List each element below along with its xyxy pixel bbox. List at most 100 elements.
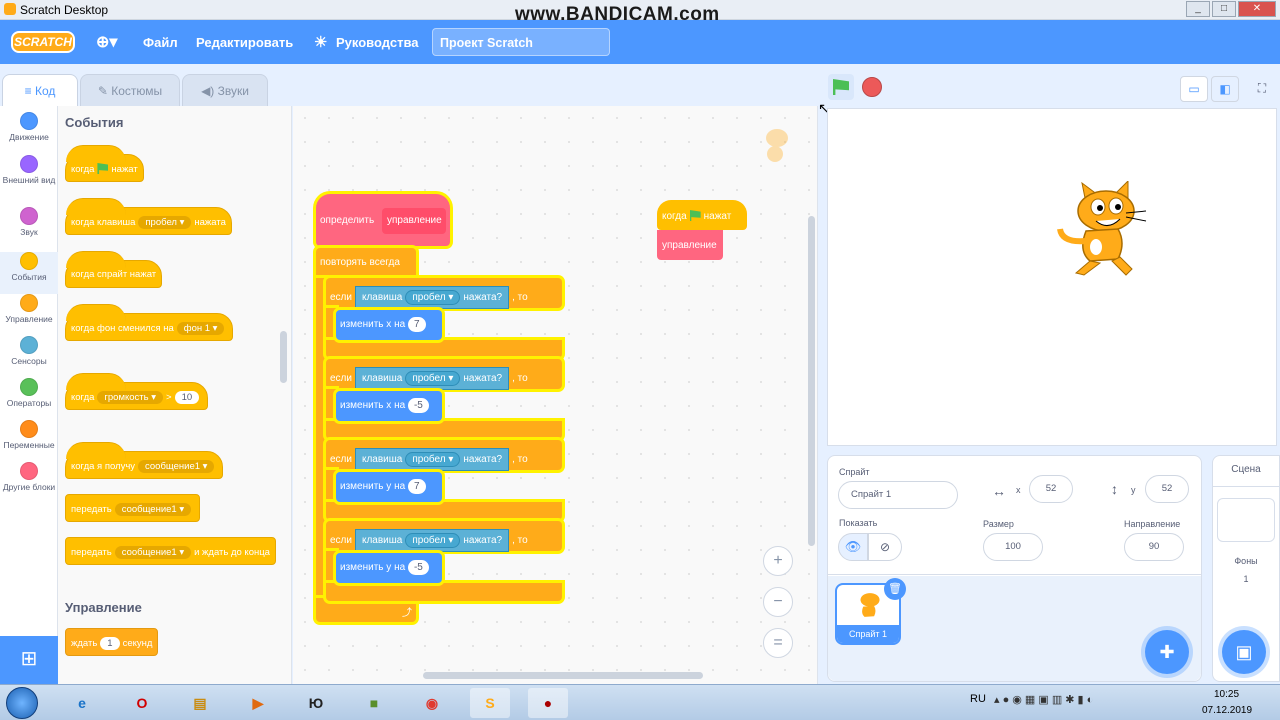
zoom-out-button[interactable]: − <box>763 587 793 617</box>
category-item[interactable]: Операторы <box>0 378 58 418</box>
direction-input[interactable]: 90 <box>1124 533 1184 561</box>
category-item[interactable]: Движение <box>0 112 58 152</box>
tab-code[interactable]: ≡ Код <box>2 74 78 106</box>
block-when-backdrop-switches[interactable]: когда фон сменился на фон 1 ▾ <box>65 304 234 341</box>
sprite-name-input[interactable]: Спрайт 1 <box>838 481 958 509</box>
maximize-button[interactable]: □ <box>1212 1 1236 17</box>
stop-button[interactable] <box>862 77 882 97</box>
change-amount-input[interactable]: 7 <box>407 479 426 494</box>
project-title-input[interactable]: Проект Scratch <box>432 28 610 56</box>
if-then-block[interactable]: если клавиша пробел ▾ нажата?, то <box>326 521 562 552</box>
if-then-block[interactable]: если клавиша пробел ▾ нажата?, то <box>326 440 562 471</box>
chrome-icon[interactable]: ◉ <box>412 688 452 718</box>
cat-sprite[interactable] <box>1056 181 1150 277</box>
minecraft-icon[interactable]: ■ <box>354 688 394 718</box>
palette-scrollbar[interactable] <box>280 331 287 383</box>
if-then-block[interactable]: если клавиша пробел ▾ нажата?, то <box>326 278 562 309</box>
backdrop-dropdown[interactable]: фон 1 ▾ <box>176 322 225 335</box>
message-dropdown[interactable]: сообщение1 ▾ <box>138 460 215 473</box>
normal-stage-button[interactable]: ◧ <box>1211 76 1239 102</box>
change-amount-input[interactable]: -5 <box>407 560 429 575</box>
category-item[interactable]: Другие блоки <box>0 462 58 502</box>
menu-edit[interactable]: Редактировать <box>196 35 293 50</box>
zoom-in-button[interactable]: + <box>763 546 793 576</box>
key-dropdown[interactable]: пробел ▾ <box>405 533 461 548</box>
language-globe-icon[interactable]: ⊕▾ <box>96 32 117 52</box>
delete-sprite-trash-icon[interactable]: 🗑 <box>884 578 906 600</box>
add-extension-button[interactable]: ⊞ <box>0 636 58 684</box>
block-when-sprite-clicked[interactable]: когда спрайт нажат <box>65 251 163 288</box>
key-pressed-sensing-block[interactable]: клавиша пробел ▾ нажата? <box>354 529 510 552</box>
tab-costumes[interactable]: ✎ Костюмы <box>80 74 180 106</box>
key-dropdown[interactable]: пробел ▾ <box>405 290 461 305</box>
loudness-input[interactable]: 10 <box>174 391 200 404</box>
choose-sprite-button[interactable]: ✚ <box>1145 630 1189 674</box>
block-when-flag-clicked[interactable]: когда нажат <box>65 145 144 182</box>
block-wait[interactable]: ждать 1 секунд <box>65 628 159 656</box>
change-amount-input[interactable]: -5 <box>407 398 429 413</box>
code-workspace[interactable]: определить управление повторять всегда ⤴… <box>293 106 818 684</box>
message-dropdown[interactable]: сообщение1 ▾ <box>114 503 192 516</box>
key-pressed-sensing-block[interactable]: клавиша пробел ▾ нажата? <box>354 367 510 390</box>
key-pressed-sensing-block[interactable]: клавиша пробел ▾ нажата? <box>354 286 510 309</box>
block-when-key-pressed[interactable]: когда клавиша пробел ▾ нажата <box>65 198 232 235</box>
bandicam-taskbar-icon[interactable]: ● <box>528 688 568 718</box>
choose-backdrop-button[interactable]: ▣ <box>1222 630 1266 674</box>
x-input[interactable]: 52 <box>1029 475 1073 503</box>
y-input[interactable]: 52 <box>1145 475 1189 503</box>
call-procedure-block[interactable]: управление <box>657 230 723 260</box>
minimize-button[interactable]: _ <box>1186 1 1210 17</box>
workspace-h-scrollbar[interactable] <box>423 672 703 679</box>
message-dropdown[interactable]: сообщение1 ▾ <box>114 546 192 559</box>
tab-sounds[interactable]: ◀) Звуки <box>182 74 268 106</box>
green-flag-button[interactable] <box>828 74 854 100</box>
media-player-icon[interactable]: ▶ <box>238 688 278 718</box>
zoom-reset-button[interactable]: = <box>763 628 793 658</box>
category-item[interactable]: Сенсоры <box>0 336 58 376</box>
show-visible-button[interactable]: 👁 <box>838 533 868 561</box>
category-item[interactable]: События <box>0 252 58 294</box>
change-position-block[interactable]: изменить х на -5 <box>336 391 442 421</box>
block-when-i-receive[interactable]: когда я получу сообщение1 ▾ <box>65 442 224 479</box>
workspace-v-scrollbar[interactable] <box>808 216 815 546</box>
scratch-taskbar-icon[interactable]: S <box>470 688 510 718</box>
size-input[interactable]: 100 <box>983 533 1043 561</box>
backdrop-thumbnail[interactable] <box>1217 498 1275 542</box>
forever-block[interactable]: повторять всегда <box>316 248 416 278</box>
category-item[interactable]: Внешний вид <box>0 155 58 195</box>
change-position-block[interactable]: изменить у на -5 <box>336 553 442 583</box>
close-window-button[interactable]: ✕ <box>1238 1 1276 17</box>
loudness-dropdown[interactable]: громкость ▾ <box>97 391 163 404</box>
scratch-logo[interactable]: SCRATCH <box>11 31 75 53</box>
change-amount-input[interactable]: 7 <box>407 317 426 332</box>
category-item[interactable]: Управление <box>0 294 58 334</box>
if-then-block[interactable]: если клавиша пробел ▾ нажата?, то <box>326 359 562 390</box>
folder-icon[interactable]: ▤ <box>180 688 220 718</box>
tray-icons[interactable]: ▴ ● ◉ ▦ ▣ ▥ ✱ ▮ ◐ <box>994 693 1093 706</box>
change-position-block[interactable]: изменить у на 7 <box>336 472 442 502</box>
block-broadcast[interactable]: передать сообщение1 ▾ <box>65 494 201 522</box>
key-dropdown[interactable]: пробел ▾ <box>405 371 461 386</box>
language-indicator[interactable]: RU <box>970 693 986 705</box>
key-dropdown[interactable]: пробел ▾ <box>405 452 461 467</box>
hide-sprite-button[interactable]: ⊘ <box>868 533 902 561</box>
block-when-loudness[interactable]: когда громкость ▾ >10 <box>65 373 209 410</box>
menu-tutorials[interactable]: Руководства <box>336 35 419 50</box>
category-item[interactable]: Переменные <box>0 420 58 460</box>
key-dropdown[interactable]: пробел ▾ <box>138 216 192 229</box>
change-position-block[interactable]: изменить х на 7 <box>336 310 442 340</box>
define-name-prototype[interactable]: управление <box>382 208 446 234</box>
wait-input[interactable]: 1 <box>100 637 120 650</box>
stage-canvas[interactable] <box>827 108 1277 446</box>
start-button[interactable] <box>6 687 38 719</box>
menu-file[interactable]: Файл <box>143 35 178 50</box>
key-pressed-sensing-block[interactable]: клавиша пробел ▾ нажата? <box>354 448 510 471</box>
category-item[interactable]: Звук <box>0 207 58 247</box>
define-block[interactable]: определить управление <box>316 194 450 246</box>
fullscreen-button[interactable]: ⛶ <box>1248 76 1276 102</box>
yandex-icon[interactable]: Ю <box>296 688 336 718</box>
ie-icon[interactable]: e <box>62 688 102 718</box>
opera-icon[interactable]: O <box>122 688 162 718</box>
small-stage-button[interactable]: ▭ <box>1180 76 1208 102</box>
block-broadcast-and-wait[interactable]: передать сообщение1 ▾ и ждать до конца <box>65 537 276 565</box>
